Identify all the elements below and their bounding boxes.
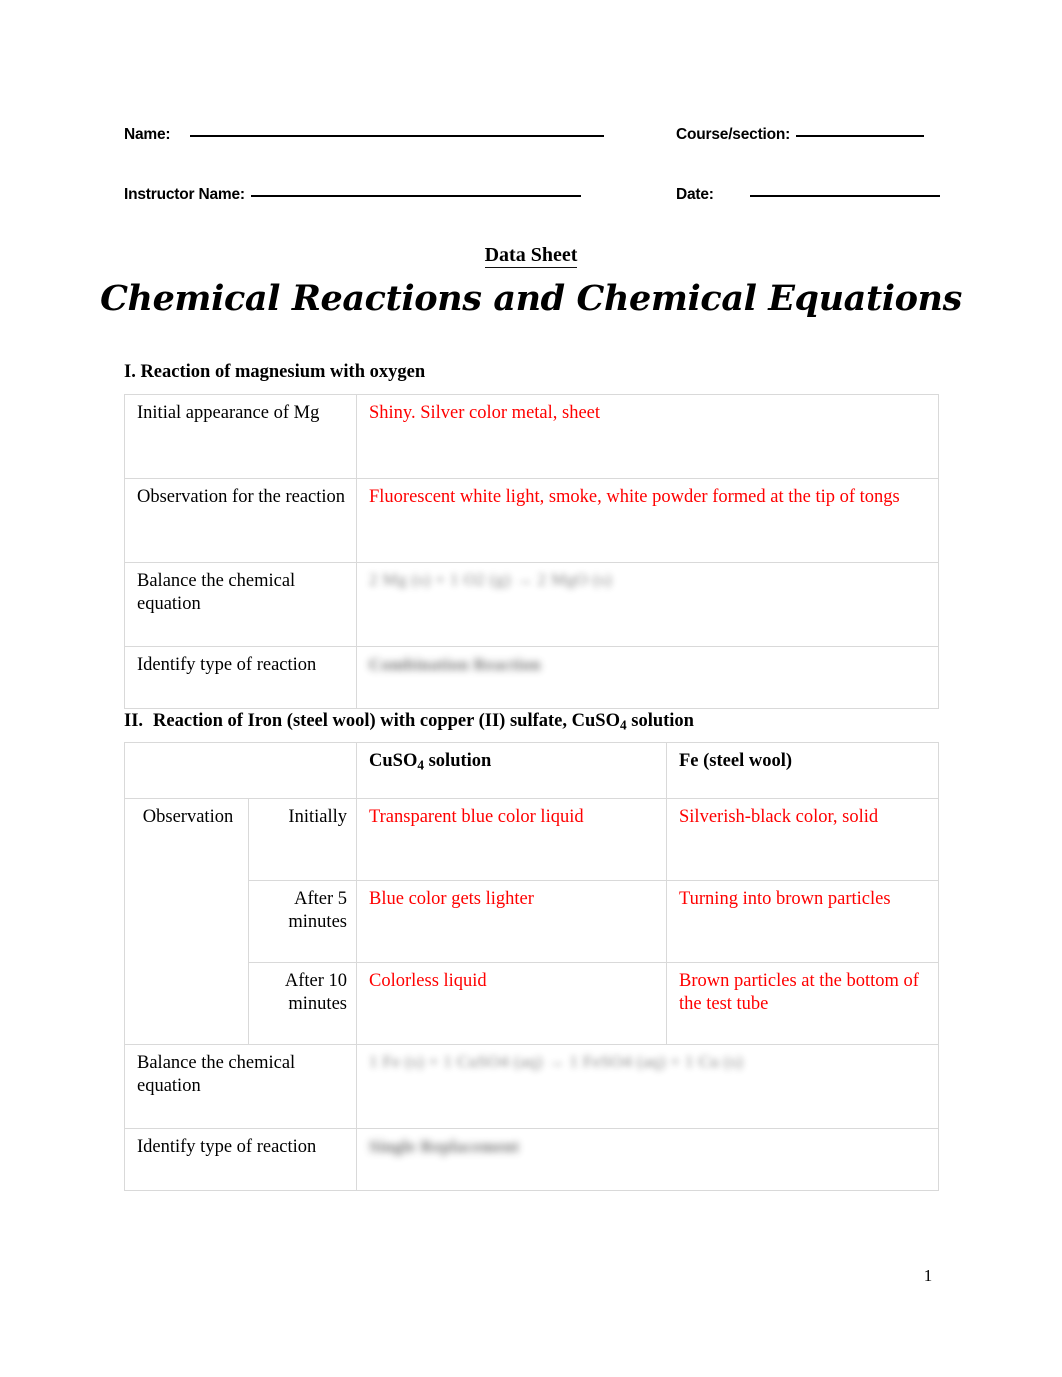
page-number: 1 bbox=[923, 1266, 933, 1285]
table-row: Observation for the reaction Fluorescent… bbox=[124, 478, 939, 563]
course-field-line[interactable] bbox=[796, 135, 925, 137]
table-section-ii: CuSO4 solution Fe (steel wool) Observati… bbox=[124, 742, 939, 1191]
table-section-i: Initial appearance of Mg Shiny. Silver c… bbox=[124, 394, 939, 709]
table-header-row: CuSO4 solution Fe (steel wool) bbox=[124, 742, 939, 799]
date-field-line[interactable] bbox=[749, 195, 940, 197]
table-row: Observation Initially Transparent blue c… bbox=[124, 798, 939, 1045]
col-header-cuso4-text: CuSO bbox=[369, 751, 418, 771]
instructor-label: Instructor Name: bbox=[124, 186, 245, 203]
answer-cuso4-after-5-minutes[interactable]: Blue color gets lighter bbox=[356, 880, 667, 963]
answer-fe-after-5-minutes[interactable]: Turning into brown particles bbox=[666, 880, 939, 963]
instructor-field-line[interactable] bbox=[250, 195, 581, 197]
blurred-reaction-type-text: Combination Reaction bbox=[369, 655, 541, 674]
table-row: Identify type of reaction Combination Re… bbox=[124, 646, 939, 709]
course-label: Course/section: bbox=[676, 126, 791, 143]
time-label-initially: Initially bbox=[248, 798, 357, 881]
row-label-balance-equation-ii: Balance the chemical equation bbox=[124, 1044, 357, 1129]
course-group: Course/section: bbox=[676, 126, 925, 144]
col-header-cuso4-suffix: solution bbox=[423, 751, 492, 771]
time-label-after-5-minutes: After 5 minutes bbox=[248, 880, 357, 963]
section-heading-i: I. Reaction of magnesium with oxygen bbox=[124, 362, 426, 382]
table-row: Balance the chemical equation 2 Mg (s) +… bbox=[124, 562, 939, 647]
col-header-cuso4-subscript: 4 bbox=[417, 757, 424, 773]
table-row: Balance the chemical equation 1 Fe (s) +… bbox=[124, 1044, 939, 1129]
row-label-identify-reaction: Identify type of reaction bbox=[124, 646, 357, 709]
section-heading-ii: II. Reaction of Iron (steel wool) with co… bbox=[124, 711, 694, 733]
header-row-instructor: Instructor Name: Date: bbox=[124, 186, 940, 204]
date-label: Date: bbox=[676, 186, 714, 203]
col-header-fe: Fe (steel wool) bbox=[666, 742, 939, 799]
section-ii-suffix: solution bbox=[626, 711, 694, 731]
date-group: Date: bbox=[676, 186, 940, 204]
section-ii-number: II. bbox=[124, 711, 144, 731]
document-page: Name: Course/section: Instructor Name: D… bbox=[0, 0, 1062, 1377]
row-label-observation-merged: Observation bbox=[124, 798, 249, 1045]
header-row-name: Name: Course/section: bbox=[124, 126, 936, 144]
row-answer-balance-equation-ii[interactable]: 1 Fe (s) + 1 CuSO4 (aq) → 1 FeSO4 (aq) +… bbox=[356, 1044, 939, 1129]
blurred-reaction-type-text-ii: Single Replacement bbox=[369, 1137, 520, 1156]
answer-cuso4-initially[interactable]: Transparent blue color liquid bbox=[356, 798, 667, 881]
col-header-blank bbox=[124, 742, 357, 799]
blurred-equation-text-ii: 1 Fe (s) + 1 CuSO4 (aq) → 1 FeSO4 (aq) +… bbox=[369, 1052, 744, 1071]
row-answer-identify-reaction[interactable]: Combination Reaction bbox=[356, 646, 939, 709]
time-label-after-10-minutes: After 10 minutes bbox=[248, 962, 357, 1045]
row-answer-balance-equation[interactable]: 2 Mg (s) + 1 O2 (g) → 2 MgO (s) bbox=[356, 562, 939, 647]
row-answer-identify-reaction-ii[interactable]: Single Replacement bbox=[356, 1128, 939, 1191]
name-label: Name: bbox=[124, 126, 171, 143]
row-label-observation: Observation for the reaction bbox=[124, 478, 357, 563]
blurred-equation-text: 2 Mg (s) + 1 O2 (g) → 2 MgO (s) bbox=[369, 570, 612, 589]
row-label-balance-equation: Balance the chemical equation bbox=[124, 562, 357, 647]
row-answer-initial-appearance[interactable]: Shiny. Silver color metal, sheet bbox=[356, 394, 939, 479]
section-ii-text: Reaction of Iron (steel wool) with coppe… bbox=[153, 711, 620, 731]
col-header-cuso4: CuSO4 solution bbox=[356, 742, 667, 799]
answer-fe-initially[interactable]: Silverish-black color, solid bbox=[666, 798, 939, 881]
answer-cuso4-after-10-minutes[interactable]: Colorless liquid bbox=[356, 962, 667, 1045]
data-sheet-label: Data Sheet bbox=[0, 244, 1062, 268]
section-ii-subscript: 4 bbox=[619, 717, 627, 733]
row-label-initial-appearance: Initial appearance of Mg bbox=[124, 394, 357, 479]
name-field-line[interactable] bbox=[190, 135, 605, 137]
table-row: Initial appearance of Mg Shiny. Silver c… bbox=[124, 394, 939, 479]
row-answer-observation[interactable]: Fluorescent white light, smoke, white po… bbox=[356, 478, 939, 563]
page-title: Chemical Reactions and Chemical Equation… bbox=[100, 278, 962, 319]
table-row: Identify type of reaction Single Replace… bbox=[124, 1128, 939, 1191]
row-label-identify-reaction-ii: Identify type of reaction bbox=[124, 1128, 357, 1191]
data-sheet-label-text: Data Sheet bbox=[484, 244, 578, 268]
answer-fe-after-10-minutes[interactable]: Brown particles at the bottom of the tes… bbox=[666, 962, 939, 1045]
